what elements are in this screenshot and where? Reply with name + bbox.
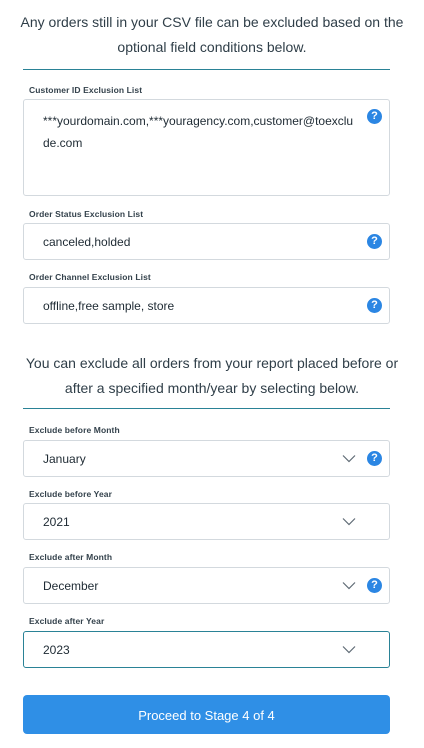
field-conditions-intro: Any orders still in your CSV file can be…	[20, 14, 404, 55]
help-icon[interactable]: ?	[367, 298, 382, 313]
help-icon[interactable]: ?	[367, 234, 382, 249]
before-month-select[interactable]: January ?	[23, 440, 390, 477]
order-status-value: canceled,holded	[43, 235, 131, 249]
customer-id-value: ***yourdomain.com,***youragency.com,cust…	[43, 114, 354, 150]
chevron-down-icon	[342, 454, 356, 463]
customer-id-textarea[interactable]: ***yourdomain.com,***youragency.com,cust…	[23, 99, 390, 196]
help-icon[interactable]: ?	[367, 109, 382, 124]
after-month-label: Exclude after Month	[29, 552, 113, 562]
after-month-value: December	[43, 579, 99, 593]
order-status-input[interactable]: canceled,holded ?	[23, 223, 390, 260]
after-month-select[interactable]: December ?	[23, 567, 390, 604]
chevron-down-icon	[342, 645, 356, 654]
after-year-value: 2023	[43, 643, 70, 657]
date-range-intro: You can exclude all orders from your rep…	[25, 355, 399, 396]
proceed-button[interactable]: Proceed to Stage 4 of 4	[23, 695, 390, 734]
divider	[23, 69, 390, 70]
help-icon[interactable]: ?	[367, 451, 382, 466]
order-channel-input[interactable]: offline,free sample, store ?	[23, 287, 390, 324]
before-year-label: Exclude before Year	[29, 489, 113, 499]
chevron-down-icon	[342, 581, 356, 590]
order-channel-label: Order Channel Exclusion List	[29, 272, 151, 282]
order-status-label: Order Status Exclusion List	[29, 209, 144, 219]
order-channel-value: offline,free sample, store	[43, 299, 175, 313]
before-year-select[interactable]: 2021	[23, 503, 390, 540]
before-month-label: Exclude before Month	[29, 425, 120, 435]
report-settings-form: Any orders still in your CSV file can be…	[0, 0, 424, 748]
chevron-down-icon	[342, 517, 356, 526]
help-icon[interactable]: ?	[367, 578, 382, 593]
before-year-value: 2021	[43, 515, 70, 529]
after-year-select[interactable]: 2023	[23, 631, 390, 668]
customer-id-label: Customer ID Exclusion List	[29, 85, 143, 95]
before-month-value: January	[43, 452, 86, 466]
after-year-label: Exclude after Year	[29, 616, 105, 626]
divider	[23, 408, 390, 409]
